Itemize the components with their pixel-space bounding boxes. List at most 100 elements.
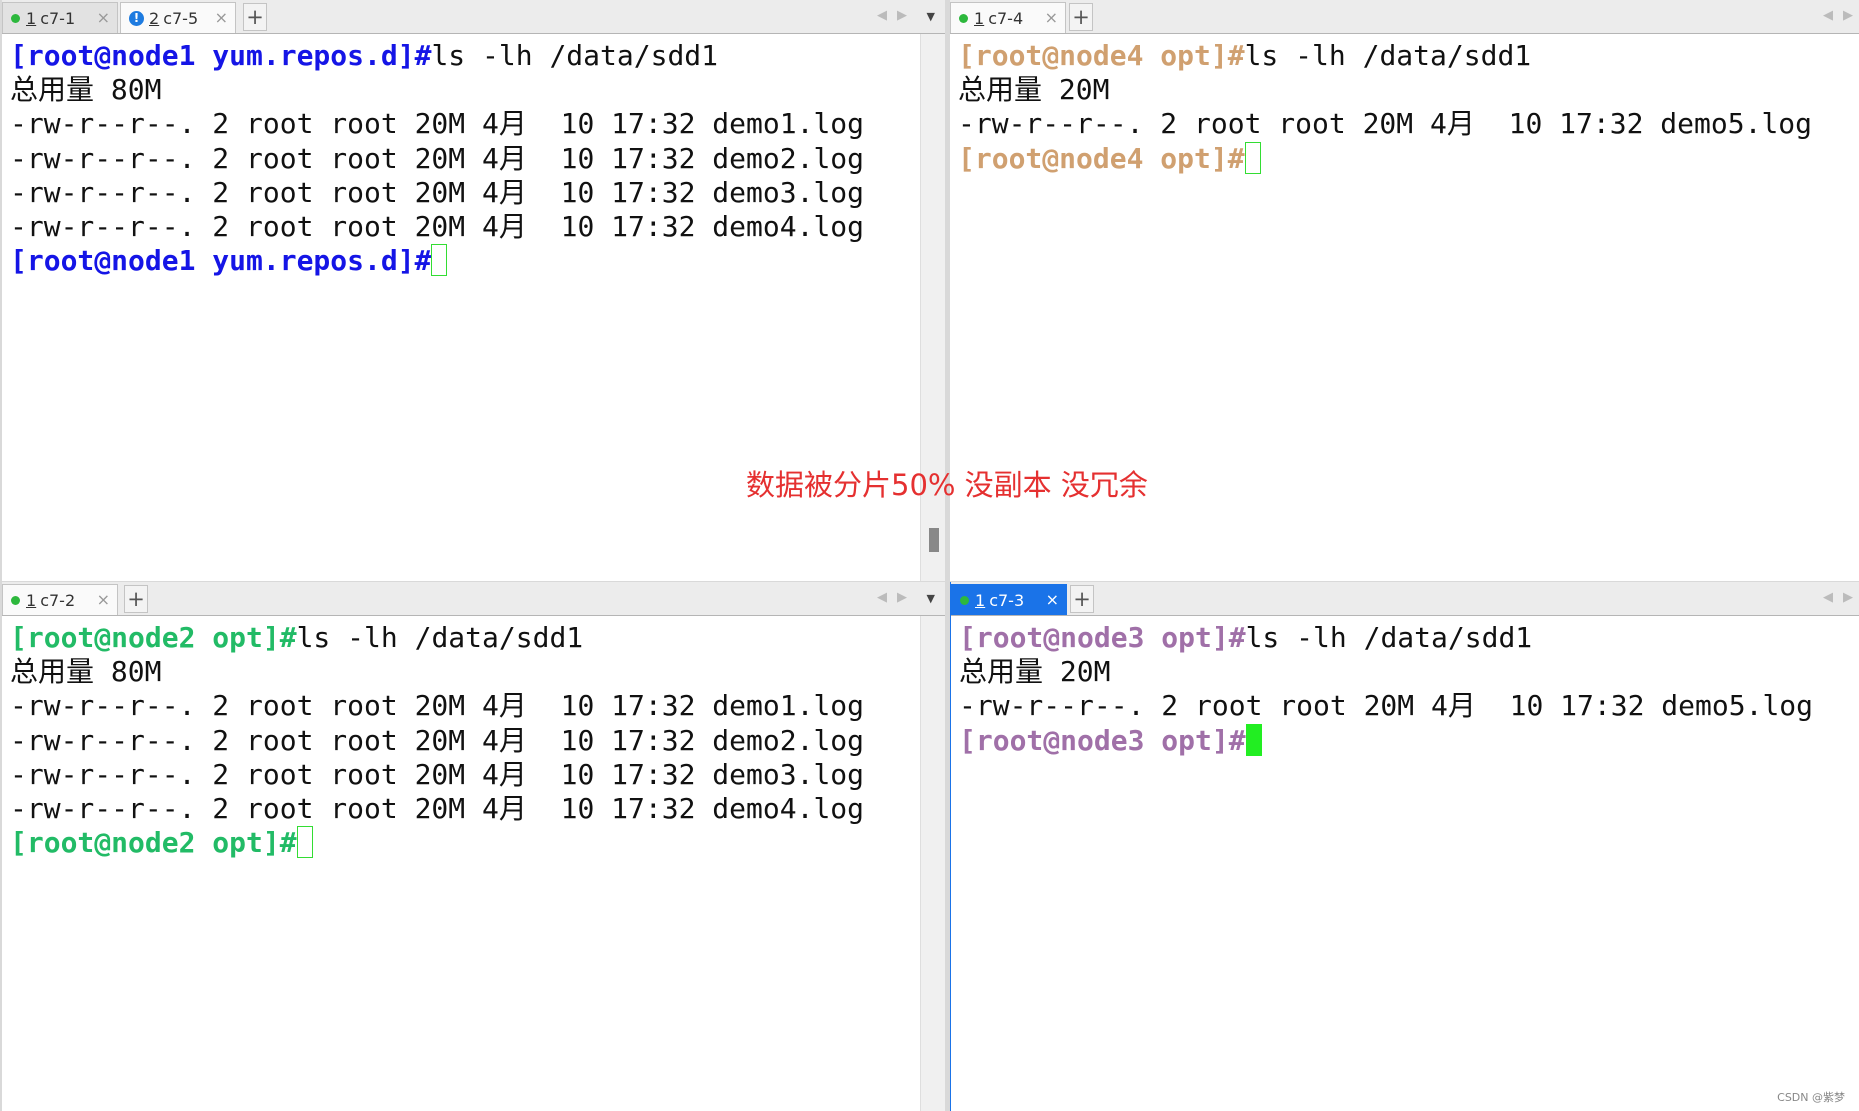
new-tab-button[interactable]: + xyxy=(243,3,267,31)
close-tab-icon[interactable]: × xyxy=(1046,590,1059,609)
terminal-line: 总用量 20M xyxy=(959,655,1829,689)
terminal-line: -rw-r--r--. 2 root root 20M 4月 10 17:32 … xyxy=(958,107,1829,141)
terminal-cursor xyxy=(296,826,313,859)
shell-prompt: [root@node4 opt]# xyxy=(958,141,1245,175)
tab-bar: 1 c7-2 × + ◀ ▶ ▼ xyxy=(2,582,945,616)
shell-prompt: [root@node1 yum.repos.d]# xyxy=(10,244,432,278)
scrollbar[interactable] xyxy=(920,616,945,1111)
connected-status-icon xyxy=(11,13,20,23)
output-text: -rw-r--r--. 2 root root 20M 4月 10 17:32 … xyxy=(958,107,1813,141)
tab-c7-3[interactable]: 1 c7-3 × xyxy=(951,584,1067,615)
watermark: CSDN @紫梦 xyxy=(1777,1091,1845,1104)
shell-prompt: [root@node2 opt]# xyxy=(10,826,297,860)
scroll-tabs-left-icon[interactable]: ◀ xyxy=(1823,8,1833,23)
tab-number: 1 xyxy=(975,590,986,610)
terminal-line: [root@node4 opt]#ls -lh /data/sdd1 xyxy=(958,39,1829,73)
close-tab-icon[interactable]: × xyxy=(215,8,228,27)
terminal-output[interactable]: [root@node3 opt]#ls -lh /data/sdd1 总用量 20… xyxy=(959,621,1829,758)
close-tab-icon[interactable]: × xyxy=(97,8,110,27)
warning-icon: ! xyxy=(129,10,144,26)
terminal-pane-bottom-left[interactable]: 1 c7-2 × + ◀ ▶ ▼ [root@node2 opt]#ls -lh… xyxy=(2,582,945,1111)
tab-bar: 1 c7-1 × ! 2 c7-5 × + ◀ ▶ ▼ xyxy=(2,0,945,34)
terminal-output[interactable]: [root@node2 opt]#ls -lh /data/sdd1 总用量 80… xyxy=(10,621,915,860)
scroll-tabs-left-icon[interactable]: ◀ xyxy=(1823,590,1833,605)
terminal-cursor xyxy=(1244,141,1261,174)
output-text: -rw-r--r--. 2 root root 20M 4月 10 17:32 … xyxy=(10,689,865,723)
shell-prompt: [root@node2 opt]# xyxy=(10,621,297,654)
annotation-text: 数据被分片50% 没副本 没冗余 xyxy=(746,468,1148,502)
terminal-output[interactable]: [root@node4 opt]#ls -lh /data/sdd1 总用量 20… xyxy=(958,39,1829,176)
tab-number: 1 xyxy=(26,8,37,28)
terminal-line: [root@node1 yum.repos.d]# xyxy=(10,244,915,278)
terminal-line: [root@node3 opt]# xyxy=(959,723,1829,758)
output-text: -rw-r--r--. 2 root root 20M 4月 10 17:32 … xyxy=(10,107,865,141)
tab-label: c7-4 xyxy=(988,8,1024,28)
output-text: -rw-r--r--. 2 root root 20M 4月 10 17:32 … xyxy=(10,209,865,243)
output-text: 总用量 80M xyxy=(10,73,162,107)
command-text: ls -lh /data/sdd1 xyxy=(1244,39,1532,72)
tab-label: c7-5 xyxy=(163,8,199,28)
command-text: ls -lh /data/sdd1 xyxy=(1245,621,1533,654)
terminal-line: [root@node4 opt]# xyxy=(958,141,1829,176)
new-tab-button[interactable]: + xyxy=(1070,585,1094,613)
terminal-line: [root@node2 opt]# xyxy=(10,826,915,860)
terminal-cursor xyxy=(431,244,448,277)
output-text: 总用量 20M xyxy=(958,73,1110,107)
output-text: -rw-r--r--. 2 root root 20M 4月 10 17:32 … xyxy=(959,689,1814,723)
tab-label: c7-1 xyxy=(40,8,76,28)
connected-status-icon xyxy=(960,595,969,605)
tab-c7-1[interactable]: 1 c7-1 × xyxy=(2,2,118,33)
terminal-cursor xyxy=(1245,723,1262,756)
output-text: -rw-r--r--. 2 root root 20M 4月 10 17:32 … xyxy=(10,141,865,175)
tab-label: c7-2 xyxy=(40,590,76,610)
terminal-line: [root@node2 opt]#ls -lh /data/sdd1 xyxy=(10,621,915,655)
terminal-line: -rw-r--r--. 2 root root 20M 4月 10 17:32 … xyxy=(10,724,915,758)
terminal-line: -rw-r--r--. 2 root root 20M 4月 10 17:32 … xyxy=(10,792,915,826)
scroll-tabs-right-icon[interactable]: ▶ xyxy=(897,590,907,605)
tab-bar: 1 c7-4 × + ◀ ▶ xyxy=(950,0,1859,34)
terminal-output[interactable]: [root@node1 yum.repos.d]#ls -lh /data/sd… xyxy=(10,39,915,278)
tab-c7-2[interactable]: 1 c7-2 × xyxy=(2,584,118,615)
shell-prompt: [root@node4 opt]# xyxy=(958,39,1245,72)
output-text: -rw-r--r--. 2 root root 20M 4月 10 17:32 … xyxy=(10,175,865,209)
scroll-tabs-right-icon[interactable]: ▶ xyxy=(1843,8,1853,23)
tab-list-dropdown-icon[interactable]: ▼ xyxy=(927,592,935,605)
tab-bar: 1 c7-3 × + ◀ ▶ xyxy=(951,582,1859,616)
shell-prompt: [root@node3 opt]# xyxy=(959,723,1246,757)
scroll-tabs-left-icon[interactable]: ◀ xyxy=(877,8,887,23)
command-text: ls -lh /data/sdd1 xyxy=(296,621,584,654)
tab-list-dropdown-icon[interactable]: ▼ xyxy=(927,10,935,23)
new-tab-button[interactable]: + xyxy=(124,585,148,613)
output-text: -rw-r--r--. 2 root root 20M 4月 10 17:32 … xyxy=(10,723,865,757)
terminal-line: -rw-r--r--. 2 root root 20M 4月 10 17:32 … xyxy=(10,107,915,141)
terminal-line: -rw-r--r--. 2 root root 20M 4月 10 17:32 … xyxy=(10,758,915,792)
terminal-line: [root@node1 yum.repos.d]#ls -lh /data/sd… xyxy=(10,39,915,73)
terminal-pane-bottom-right[interactable]: 1 c7-3 × + ◀ ▶ [root@node3 opt]#ls -lh /… xyxy=(950,582,1859,1111)
tab-number: 1 xyxy=(974,8,985,28)
output-text: 总用量 20M xyxy=(959,655,1111,689)
scroll-tabs-left-icon[interactable]: ◀ xyxy=(877,590,887,605)
terminal-line: -rw-r--r--. 2 root root 20M 4月 10 17:32 … xyxy=(959,689,1829,723)
close-tab-icon[interactable]: × xyxy=(1045,8,1058,27)
output-text: 总用量 80M xyxy=(10,655,162,689)
terminal-line: 总用量 80M xyxy=(10,655,915,689)
tab-c7-5[interactable]: ! 2 c7-5 × xyxy=(120,2,236,33)
scroll-tabs-right-icon[interactable]: ▶ xyxy=(1843,590,1853,605)
scrollbar-thumb[interactable] xyxy=(929,528,939,552)
terminal-line: 总用量 20M xyxy=(958,73,1829,107)
new-tab-button[interactable]: + xyxy=(1069,3,1093,31)
shell-prompt: [root@node1 yum.repos.d]# xyxy=(10,39,432,72)
output-text: -rw-r--r--. 2 root root 20M 4月 10 17:32 … xyxy=(10,757,865,791)
tab-label: c7-3 xyxy=(989,590,1025,610)
scroll-tabs-right-icon[interactable]: ▶ xyxy=(897,8,907,23)
terminal-line: -rw-r--r--. 2 root root 20M 4月 10 17:32 … xyxy=(10,689,915,723)
shell-prompt: [root@node3 opt]# xyxy=(959,621,1246,654)
tab-c7-4[interactable]: 1 c7-4 × xyxy=(950,2,1066,33)
terminal-line: -rw-r--r--. 2 root root 20M 4月 10 17:32 … xyxy=(10,210,915,244)
close-tab-icon[interactable]: × xyxy=(97,590,110,609)
terminal-line: [root@node3 opt]#ls -lh /data/sdd1 xyxy=(959,621,1829,655)
terminal-line: -rw-r--r--. 2 root root 20M 4月 10 17:32 … xyxy=(10,142,915,176)
command-text: ls -lh /data/sdd1 xyxy=(431,39,719,72)
connected-status-icon xyxy=(11,595,20,605)
connected-status-icon xyxy=(959,13,968,23)
